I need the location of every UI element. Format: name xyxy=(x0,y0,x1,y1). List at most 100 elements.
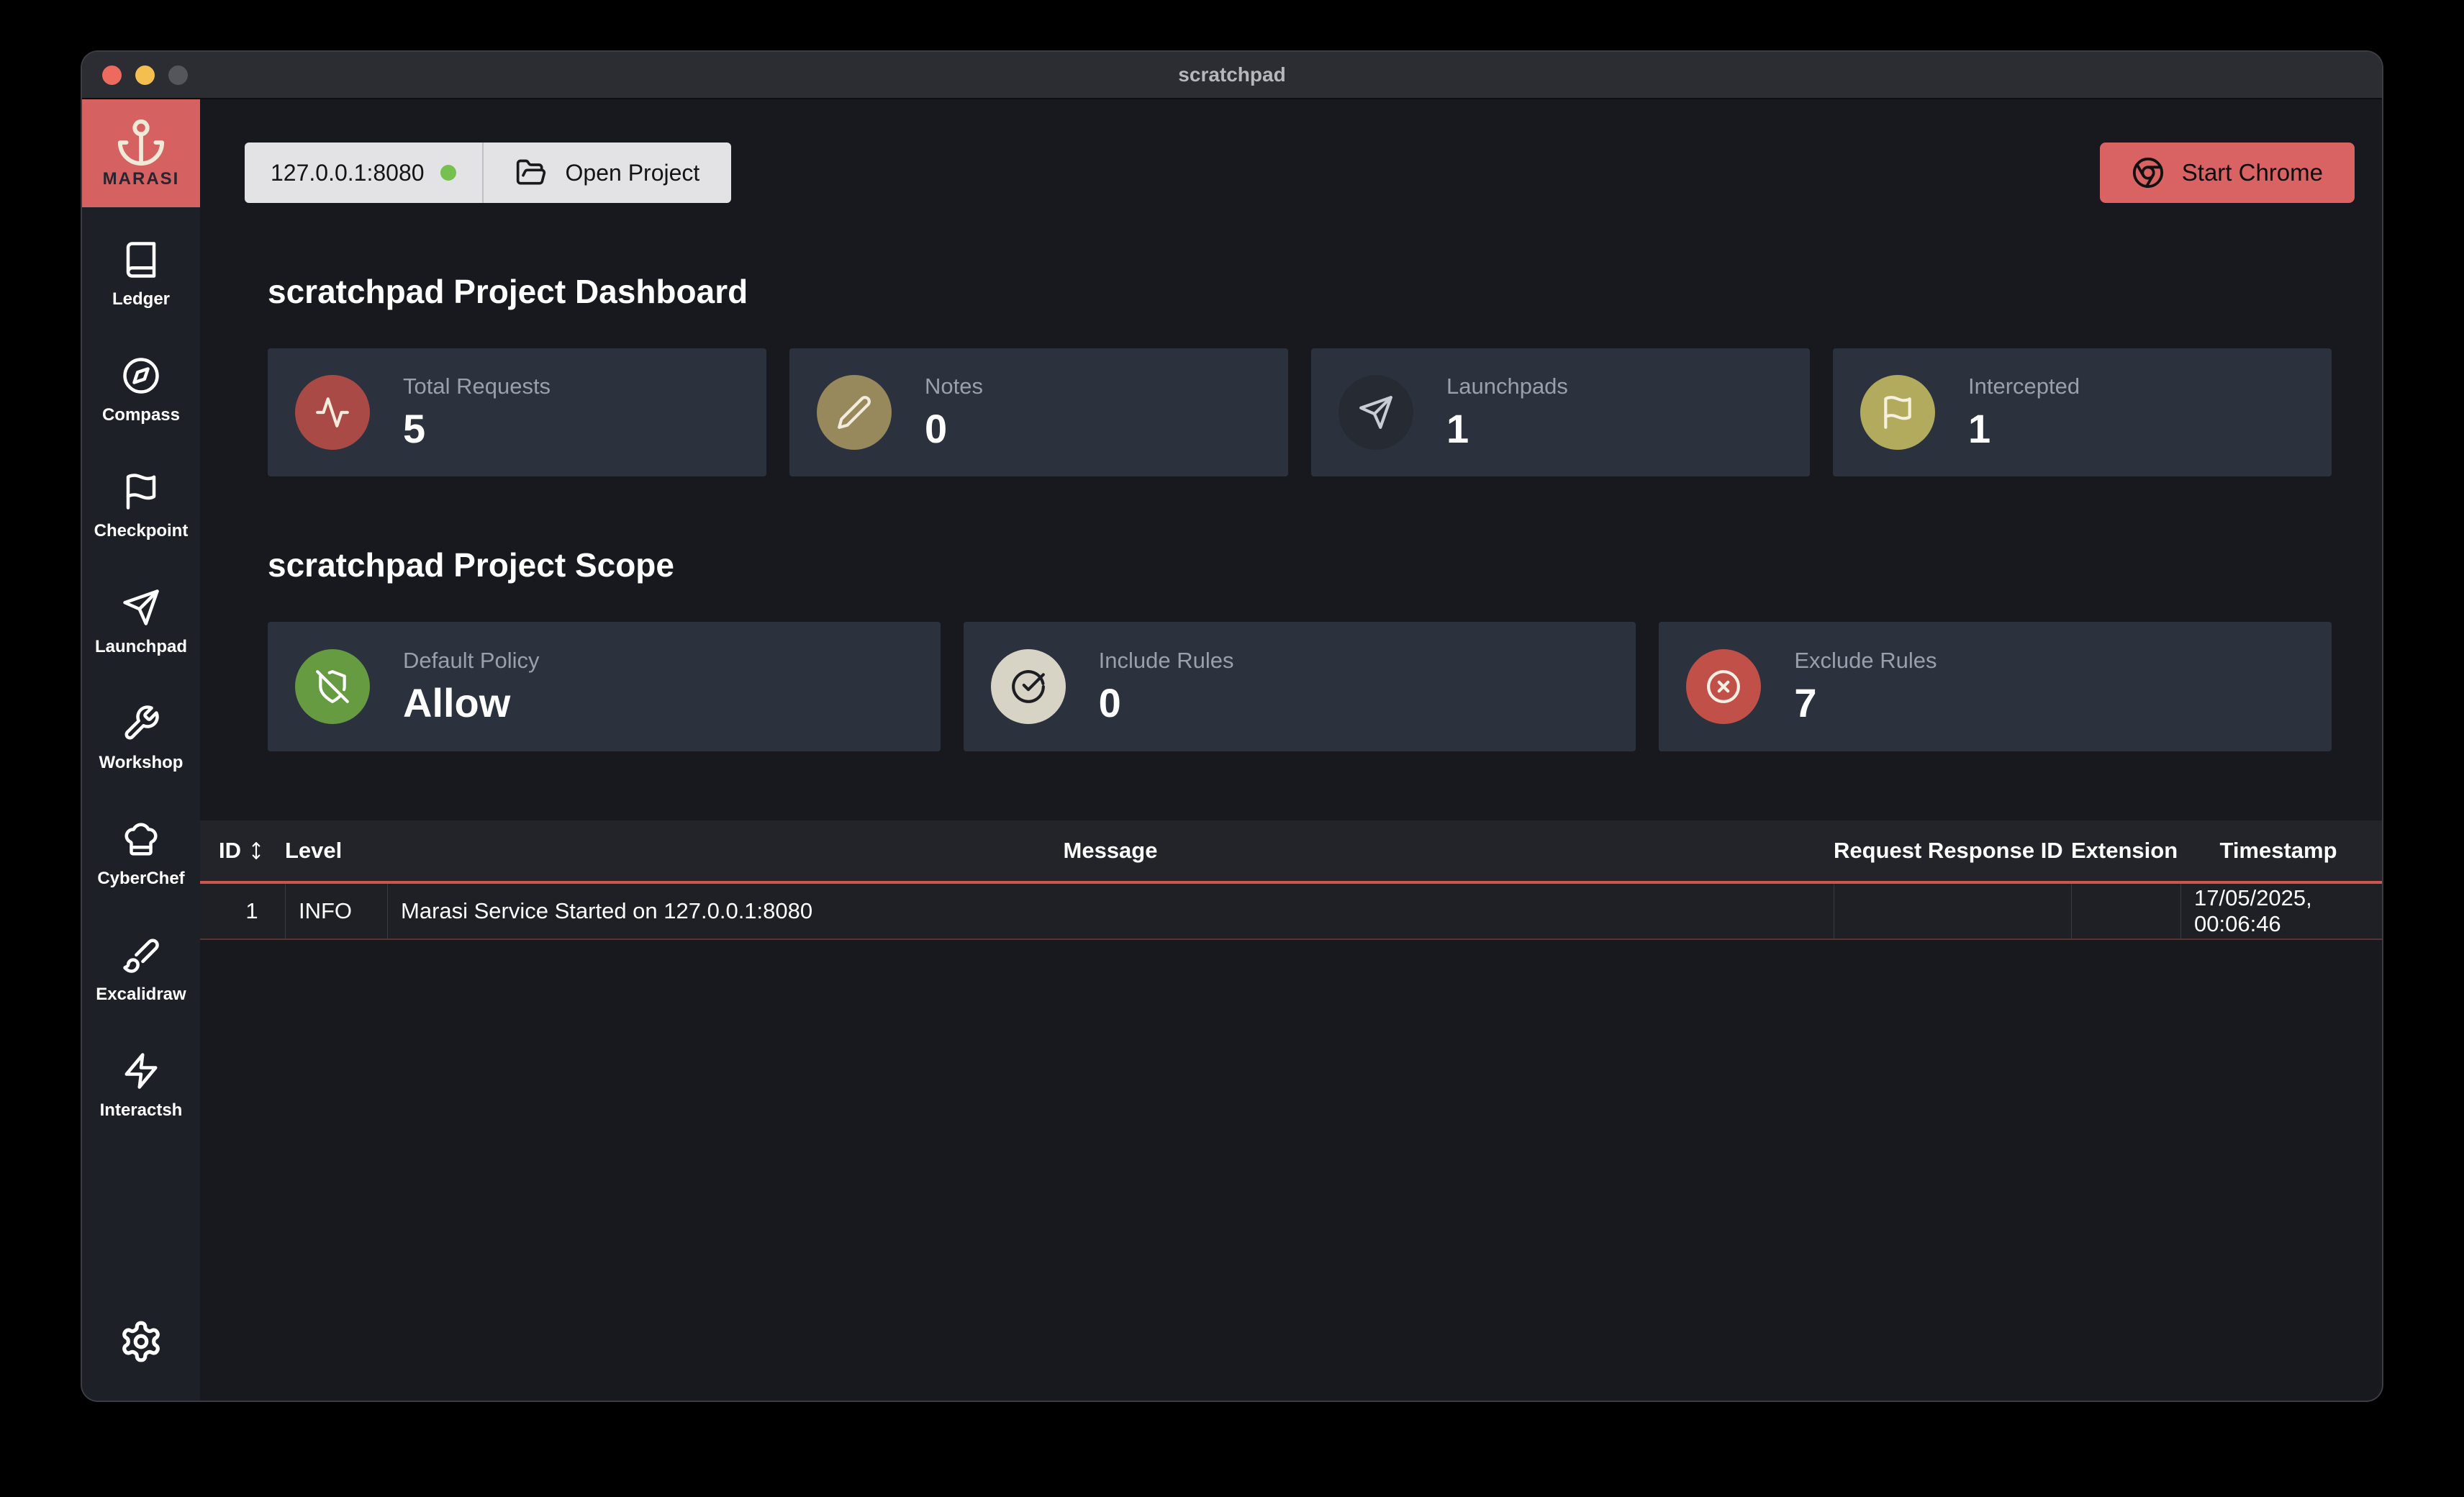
sidebar-item-label: Compass xyxy=(102,405,180,425)
stat-value: 1 xyxy=(1446,405,1568,452)
shield-off-icon xyxy=(295,649,370,724)
scope-card-default-policy: Default Policy Allow xyxy=(268,622,941,751)
sidebar-item-label: CyberChef xyxy=(97,869,184,889)
sidebar-item-label: Launchpad xyxy=(95,637,187,657)
column-label: Level xyxy=(285,838,342,864)
scope-value: 7 xyxy=(1794,679,1937,726)
log-table: ID Level Message Request Response ID Ext… xyxy=(200,820,2382,940)
folder-open-icon xyxy=(515,157,547,189)
stat-value: 0 xyxy=(925,405,983,452)
sidebar-item-cyberchef[interactable]: CyberChef xyxy=(82,820,200,936)
dashboard-title: scratchpad Project Dashboard xyxy=(268,272,2382,311)
stat-label: Launchpads xyxy=(1446,374,1568,399)
send-icon xyxy=(1339,375,1413,450)
flag-icon xyxy=(1860,375,1935,450)
stat-card-launchpads: Launchpads 1 xyxy=(1311,348,1810,476)
cell-level: INFO xyxy=(285,884,387,939)
proxy-status-dot xyxy=(440,165,456,181)
open-project-button[interactable]: Open Project xyxy=(484,143,732,203)
column-header-message[interactable]: Message xyxy=(387,838,1834,864)
cell-message: Marasi Service Started on 127.0.0.1:8080 xyxy=(387,884,1834,939)
start-chrome-button[interactable]: Start Chrome xyxy=(2100,143,2355,203)
sidebar-item-label: Excalidraw xyxy=(96,985,186,1005)
log-table-header: ID Level Message Request Response ID Ext… xyxy=(200,820,2382,884)
scope-label: Exclude Rules xyxy=(1794,648,1937,674)
window-title: scratchpad xyxy=(1178,63,1285,86)
top-toolbar: 127.0.0.1:8080 Open Project Start Chrome xyxy=(245,143,2355,203)
sidebar-item-excalidraw[interactable]: Excalidraw xyxy=(82,936,200,1051)
sidebar-item-checkpoint[interactable]: Checkpoint xyxy=(82,472,200,588)
scope-value: Allow xyxy=(403,679,540,726)
cell-timestamp: 17/05/2025, 00:06:46 xyxy=(2180,884,2376,939)
column-label: Message xyxy=(1064,838,1158,864)
paintbrush-icon xyxy=(122,936,160,974)
circle-check-icon xyxy=(991,649,1066,724)
column-label: ID xyxy=(219,838,241,864)
sidebar-item-label: Interactsh xyxy=(100,1100,183,1121)
traffic-lights xyxy=(102,52,188,98)
activity-icon xyxy=(295,375,370,450)
zap-icon xyxy=(122,1051,160,1090)
sidebar-item-ledger[interactable]: Ledger xyxy=(82,240,200,356)
settings-button[interactable] xyxy=(119,1319,163,1367)
minimize-window-button[interactable] xyxy=(135,65,155,85)
marasi-logo: MARASI xyxy=(82,99,200,207)
stats-row: Total Requests 5 Notes 0 xyxy=(268,348,2332,476)
flag-icon xyxy=(122,472,160,511)
column-header-extension[interactable]: Extension xyxy=(2071,838,2180,864)
scope-card-include-rules: Include Rules 0 xyxy=(964,622,1636,751)
close-window-button[interactable] xyxy=(102,65,122,85)
column-header-level[interactable]: Level xyxy=(285,838,387,864)
proxy-address: 127.0.0.1:8080 xyxy=(245,143,482,203)
column-label: Extension xyxy=(2071,838,2178,864)
scope-row: Default Policy Allow Include Rules 0 xyxy=(268,622,2332,751)
main-content: 127.0.0.1:8080 Open Project Start Chrome… xyxy=(200,99,2382,1401)
start-chrome-label: Start Chrome xyxy=(2182,159,2323,186)
chrome-icon xyxy=(2132,156,2165,189)
sidebar-item-compass[interactable]: Compass xyxy=(82,356,200,472)
stat-label: Total Requests xyxy=(403,374,551,399)
compass-icon xyxy=(122,356,160,395)
scope-card-exclude-rules: Exclude Rules 7 xyxy=(1659,622,2332,751)
sidebar-item-label: Workshop xyxy=(99,753,184,773)
scope-label: Default Policy xyxy=(403,648,540,674)
column-label: Timestamp xyxy=(2219,838,2337,864)
stat-value: 1 xyxy=(1968,405,2080,452)
sidebar-item-workshop[interactable]: Workshop xyxy=(82,704,200,820)
sidebar-item-label: Ledger xyxy=(112,289,170,309)
proxy-chip: 127.0.0.1:8080 Open Project xyxy=(245,143,731,203)
zoom-window-button[interactable] xyxy=(168,65,188,85)
stat-card-notes: Notes 0 xyxy=(789,348,1288,476)
column-header-id[interactable]: ID xyxy=(219,838,285,864)
scope-value: 0 xyxy=(1099,679,1234,726)
sidebar-item-label: Checkpoint xyxy=(94,521,189,541)
column-header-request-response-id[interactable]: Request Response ID xyxy=(1834,838,2071,864)
stat-card-total-requests: Total Requests 5 xyxy=(268,348,766,476)
gear-icon xyxy=(119,1319,163,1364)
send-icon xyxy=(122,588,160,627)
column-header-timestamp[interactable]: Timestamp xyxy=(2180,838,2376,864)
sidebar-item-launchpad[interactable]: Launchpad xyxy=(82,588,200,704)
book-icon xyxy=(122,240,160,279)
proxy-address-text: 127.0.0.1:8080 xyxy=(271,160,425,186)
anchor-icon xyxy=(116,117,166,168)
cell-request-response-id xyxy=(1834,884,2071,939)
table-row[interactable]: 1 INFO Marasi Service Started on 127.0.0… xyxy=(200,884,2382,940)
sort-icon xyxy=(247,841,266,860)
stat-label: Notes xyxy=(925,374,983,399)
sidebar-item-interactsh[interactable]: Interactsh xyxy=(82,1051,200,1167)
circle-x-icon xyxy=(1686,649,1761,724)
sidebar-nav: Ledger Compass Checkpoint Launchpad Work… xyxy=(82,240,200,1167)
stat-value: 5 xyxy=(403,405,551,452)
window-titlebar: scratchpad xyxy=(82,52,2382,99)
app-window: scratchpad MARASI Ledger Compass xyxy=(82,52,2382,1401)
chef-hat-icon xyxy=(122,820,160,859)
stat-label: Intercepted xyxy=(1968,374,2080,399)
marasi-logo-text: MARASI xyxy=(103,169,180,189)
column-label: Request Response ID xyxy=(1834,838,2063,864)
open-project-label: Open Project xyxy=(566,160,700,186)
sidebar: MARASI Ledger Compass Checkpoint Launc xyxy=(82,99,200,1401)
scope-label: Include Rules xyxy=(1099,648,1234,674)
cell-id: 1 xyxy=(219,884,285,939)
pencil-icon xyxy=(817,375,892,450)
